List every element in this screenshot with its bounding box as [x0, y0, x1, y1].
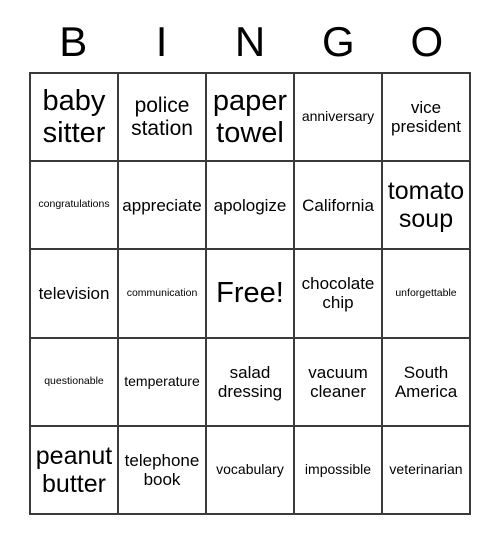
- bingo-cell-label: vacuum cleaner: [308, 362, 368, 401]
- bingo-cell-label: Free!: [216, 277, 284, 310]
- bingo-cell[interactable]: tomato soup: [383, 162, 471, 251]
- bingo-cell[interactable]: South America: [383, 338, 471, 427]
- bingo-cell[interactable]: temperature: [119, 338, 207, 427]
- bingo-cell[interactable]: vocabulary: [207, 426, 295, 515]
- bingo-cell-label: chocolate chip: [301, 274, 375, 313]
- bingo-cell-label: appreciate: [122, 195, 202, 215]
- bingo-cell[interactable]: television: [31, 250, 119, 339]
- bingo-cell[interactable]: California: [295, 162, 383, 251]
- bingo-cell-label: congratulations: [38, 198, 110, 211]
- bingo-cell-label: communication: [126, 286, 198, 299]
- bingo-cell-label: vocabulary: [216, 461, 284, 478]
- bingo-card: B I N G O baby sitter police station pap…: [0, 0, 500, 544]
- bingo-cell[interactable]: veterinarian: [383, 426, 471, 515]
- bingo-cell-label: paper towel: [212, 84, 288, 150]
- header-letter-n: N: [234, 18, 266, 65]
- bingo-header: B I N G O: [29, 12, 471, 72]
- bingo-cell-label: unforgettable: [395, 286, 457, 299]
- bingo-cell-label: tomato soup: [387, 177, 465, 234]
- header-letter-g: G: [322, 18, 355, 65]
- bingo-cell-free[interactable]: Free!: [207, 250, 295, 339]
- bingo-cell-label: temperature: [124, 372, 200, 389]
- bingo-cell[interactable]: chocolate chip: [295, 250, 383, 339]
- bingo-cell[interactable]: baby sitter: [31, 74, 119, 163]
- header-letter-b: B: [59, 18, 88, 65]
- bingo-cell-label: anniversary: [301, 108, 375, 125]
- bingo-cell[interactable]: peanut butter: [31, 426, 119, 515]
- bingo-cell-label: vice president: [391, 98, 461, 137]
- bingo-cell-label: television: [38, 283, 110, 303]
- bingo-cell-label: veterinarian: [389, 461, 463, 478]
- bingo-cell-label: South America: [394, 362, 458, 401]
- bingo-cell[interactable]: vice president: [383, 74, 471, 163]
- header-letter-i: I: [155, 18, 168, 65]
- bingo-cell-label: salad dressing: [217, 362, 283, 401]
- bingo-cell-label: telephone book: [124, 450, 200, 489]
- bingo-cell[interactable]: congratulations: [31, 162, 119, 251]
- bingo-cell-label: police station: [131, 93, 193, 141]
- bingo-cell[interactable]: unforgettable: [383, 250, 471, 339]
- bingo-cell[interactable]: anniversary: [295, 74, 383, 163]
- bingo-cell[interactable]: questionable: [31, 338, 119, 427]
- bingo-cell[interactable]: salad dressing: [207, 338, 295, 427]
- bingo-cell-label: questionable: [44, 374, 104, 387]
- bingo-cell[interactable]: communication: [119, 250, 207, 339]
- bingo-cell[interactable]: vacuum cleaner: [295, 338, 383, 427]
- bingo-cell[interactable]: paper towel: [207, 74, 295, 163]
- header-letter-o: O: [410, 18, 444, 65]
- bingo-cell[interactable]: appreciate: [119, 162, 207, 251]
- bingo-cell-label: California: [302, 195, 374, 215]
- bingo-cell-label: apologize: [213, 195, 287, 215]
- bingo-cell[interactable]: impossible: [295, 426, 383, 515]
- bingo-cell[interactable]: apologize: [207, 162, 295, 251]
- bingo-cell[interactable]: police station: [119, 74, 207, 163]
- bingo-cell-label: impossible: [304, 461, 372, 478]
- bingo-cell-label: baby sitter: [42, 84, 106, 150]
- bingo-cell-label: peanut butter: [35, 441, 113, 498]
- bingo-cell[interactable]: telephone book: [119, 426, 207, 515]
- bingo-grid: baby sitter police station paper towel a…: [29, 72, 471, 515]
